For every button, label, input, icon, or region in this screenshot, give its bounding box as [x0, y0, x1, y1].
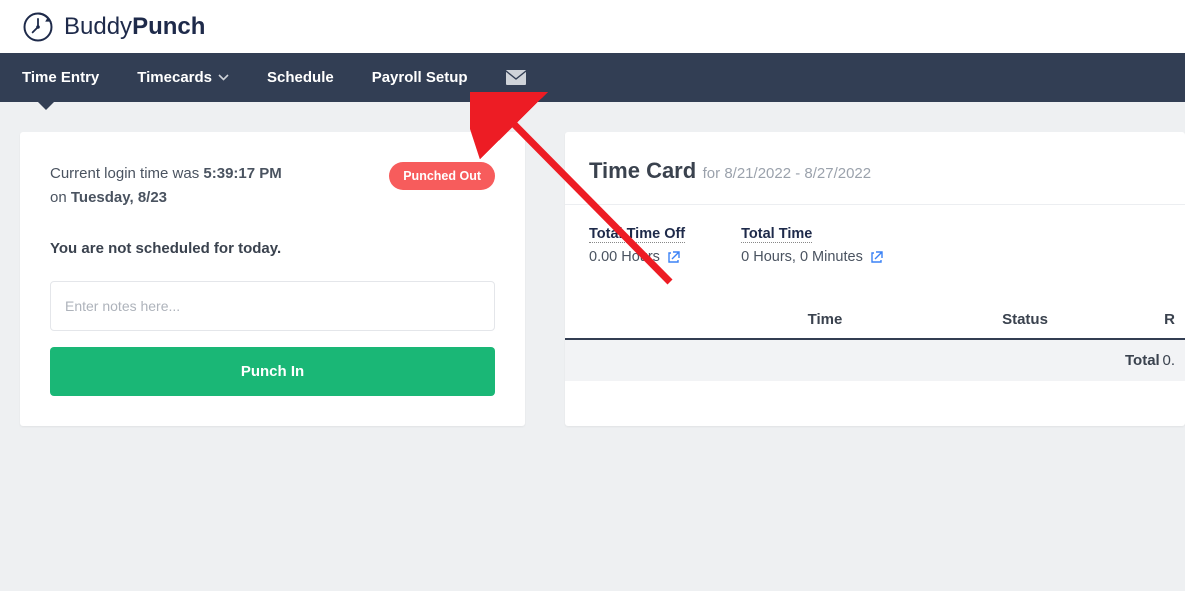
active-nav-pointer [34, 98, 58, 110]
login-on: on [50, 189, 71, 206]
nav-timecards[interactable]: Timecards [137, 69, 229, 86]
brand-logo: BuddyPunch [20, 9, 205, 45]
notes-input[interactable] [50, 281, 495, 331]
punch-in-button[interactable]: Punch In [50, 347, 495, 396]
timecard-total-label: Total [1125, 352, 1160, 369]
brand-name-light: Buddy [64, 13, 132, 40]
login-date: Tuesday, 8/23 [71, 189, 167, 206]
col-time: Time [725, 311, 925, 328]
timecard-panel: Time Card for 8/21/2022 - 8/27/2022 Tota… [565, 132, 1185, 426]
timecard-stats: Total Time Off 0.00 Hours Total Time 0 H… [565, 205, 1185, 301]
stat-time-off-value: 0.00 Hours [589, 249, 660, 265]
brand-name: BuddyPunch [64, 13, 205, 41]
clock-logo-icon [20, 9, 56, 45]
nav-time-entry[interactable]: Time Entry [22, 69, 99, 86]
stat-time-off: Total Time Off 0.00 Hours [589, 225, 685, 265]
col-status: Status [925, 311, 1125, 328]
nav-payroll-setup[interactable]: Payroll Setup [372, 69, 468, 86]
stat-total-time-value-row: 0 Hours, 0 Minutes [741, 249, 883, 265]
nav-timecards-label: Timecards [137, 69, 212, 86]
punch-card: Punched Out Current login time was 5:39:… [20, 132, 525, 426]
stat-total-time: Total Time 0 Hours, 0 Minutes [741, 225, 883, 265]
chevron-down-icon [218, 74, 229, 81]
app-header: BuddyPunch [0, 0, 1185, 53]
login-prefix: Current login time was [50, 165, 203, 182]
stat-time-off-label: Total Time Off [589, 226, 685, 243]
envelope-icon [506, 70, 526, 85]
brand-name-bold: Punch [132, 13, 205, 40]
schedule-status: You are not scheduled for today. [50, 240, 495, 257]
timecard-table: Time Status R Total 0. [565, 301, 1185, 381]
external-link-icon[interactable] [871, 251, 883, 263]
col-r: R [1145, 311, 1185, 328]
main-content: Punched Out Current login time was 5:39:… [0, 102, 1185, 426]
timecard-header: Time Card for 8/21/2022 - 8/27/2022 [565, 132, 1185, 205]
timecard-range-prefix: for [703, 165, 725, 182]
timecard-title: Time Card [589, 158, 696, 183]
main-nav: Time Entry Timecards Schedule Payroll Se… [0, 53, 1185, 102]
nav-messages[interactable] [506, 70, 526, 85]
timecard-total-value: 0. [1162, 352, 1185, 369]
stat-total-time-value: 0 Hours, 0 Minutes [741, 249, 863, 265]
external-link-icon[interactable] [668, 251, 680, 263]
punch-status-badge: Punched Out [389, 162, 495, 190]
nav-schedule[interactable]: Schedule [267, 69, 334, 86]
login-time: 5:39:17 PM [203, 165, 281, 182]
stat-time-off-value-row: 0.00 Hours [589, 249, 685, 265]
timecard-range-value: 8/21/2022 - 8/27/2022 [724, 165, 871, 182]
stat-total-time-label: Total Time [741, 226, 812, 243]
timecard-table-head: Time Status R [565, 301, 1185, 340]
timecard-range: for 8/21/2022 - 8/27/2022 [703, 165, 871, 182]
timecard-total-row: Total 0. [565, 340, 1185, 381]
